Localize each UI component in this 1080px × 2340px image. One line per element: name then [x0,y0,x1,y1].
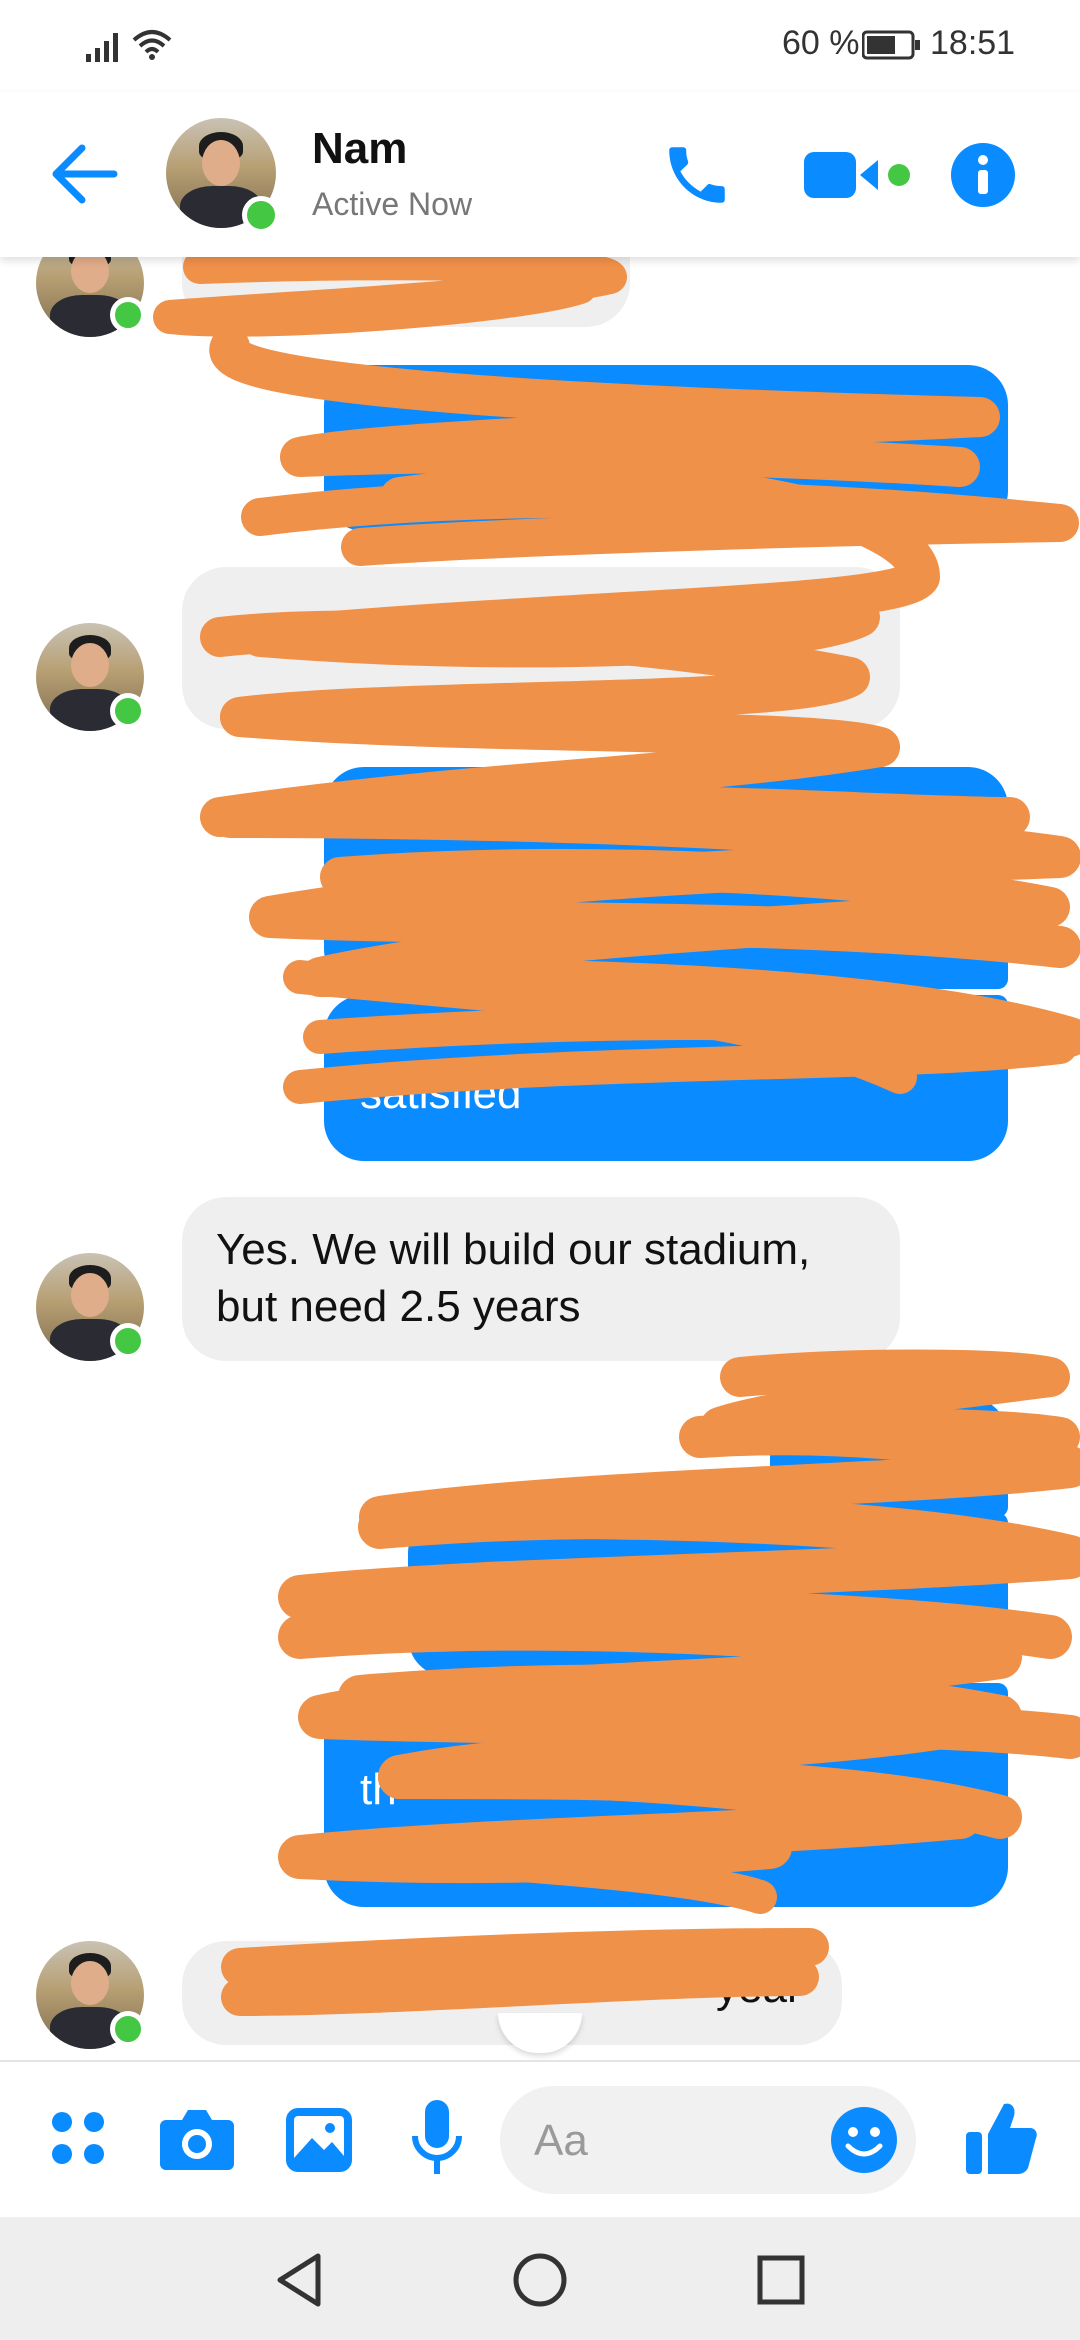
message-list[interactable]: ur stadium e not satisfied Yes. We will … [0,257,1080,2060]
status-bar: 60 % 18:51 [0,0,1080,92]
video-icon[interactable] [804,148,914,204]
apps-icon[interactable] [48,2108,108,2168]
gallery-icon[interactable] [286,2108,352,2172]
signal-icon [86,33,118,62]
nav-back-icon[interactable] [274,2252,324,2308]
redaction-scribble [153,257,1080,2016]
nav-recents-icon[interactable] [756,2254,806,2306]
wifi-icon [132,30,172,60]
emoji-icon[interactable] [830,2106,898,2174]
info-icon[interactable] [950,142,1016,208]
contact-name[interactable]: Nam [312,124,407,174]
nav-home-icon[interactable] [512,2252,568,2308]
camera-icon[interactable] [160,2106,234,2170]
battery-icon [862,30,920,60]
battery-percent: 60 % [782,24,860,62]
back-arrow-icon[interactable] [48,142,120,206]
message-input-placeholder: Aa [534,2116,588,2165]
thumbs-up-icon[interactable] [966,2100,1038,2176]
phone-icon[interactable] [660,138,734,212]
presence-status: Active Now [312,186,473,222]
microphone-icon[interactable] [410,2100,464,2180]
message-input[interactable]: Aa [500,2086,916,2194]
online-indicator [242,196,280,234]
conversation-header: Nam Active Now [0,92,1080,257]
clock: 18:51 [930,24,1016,62]
